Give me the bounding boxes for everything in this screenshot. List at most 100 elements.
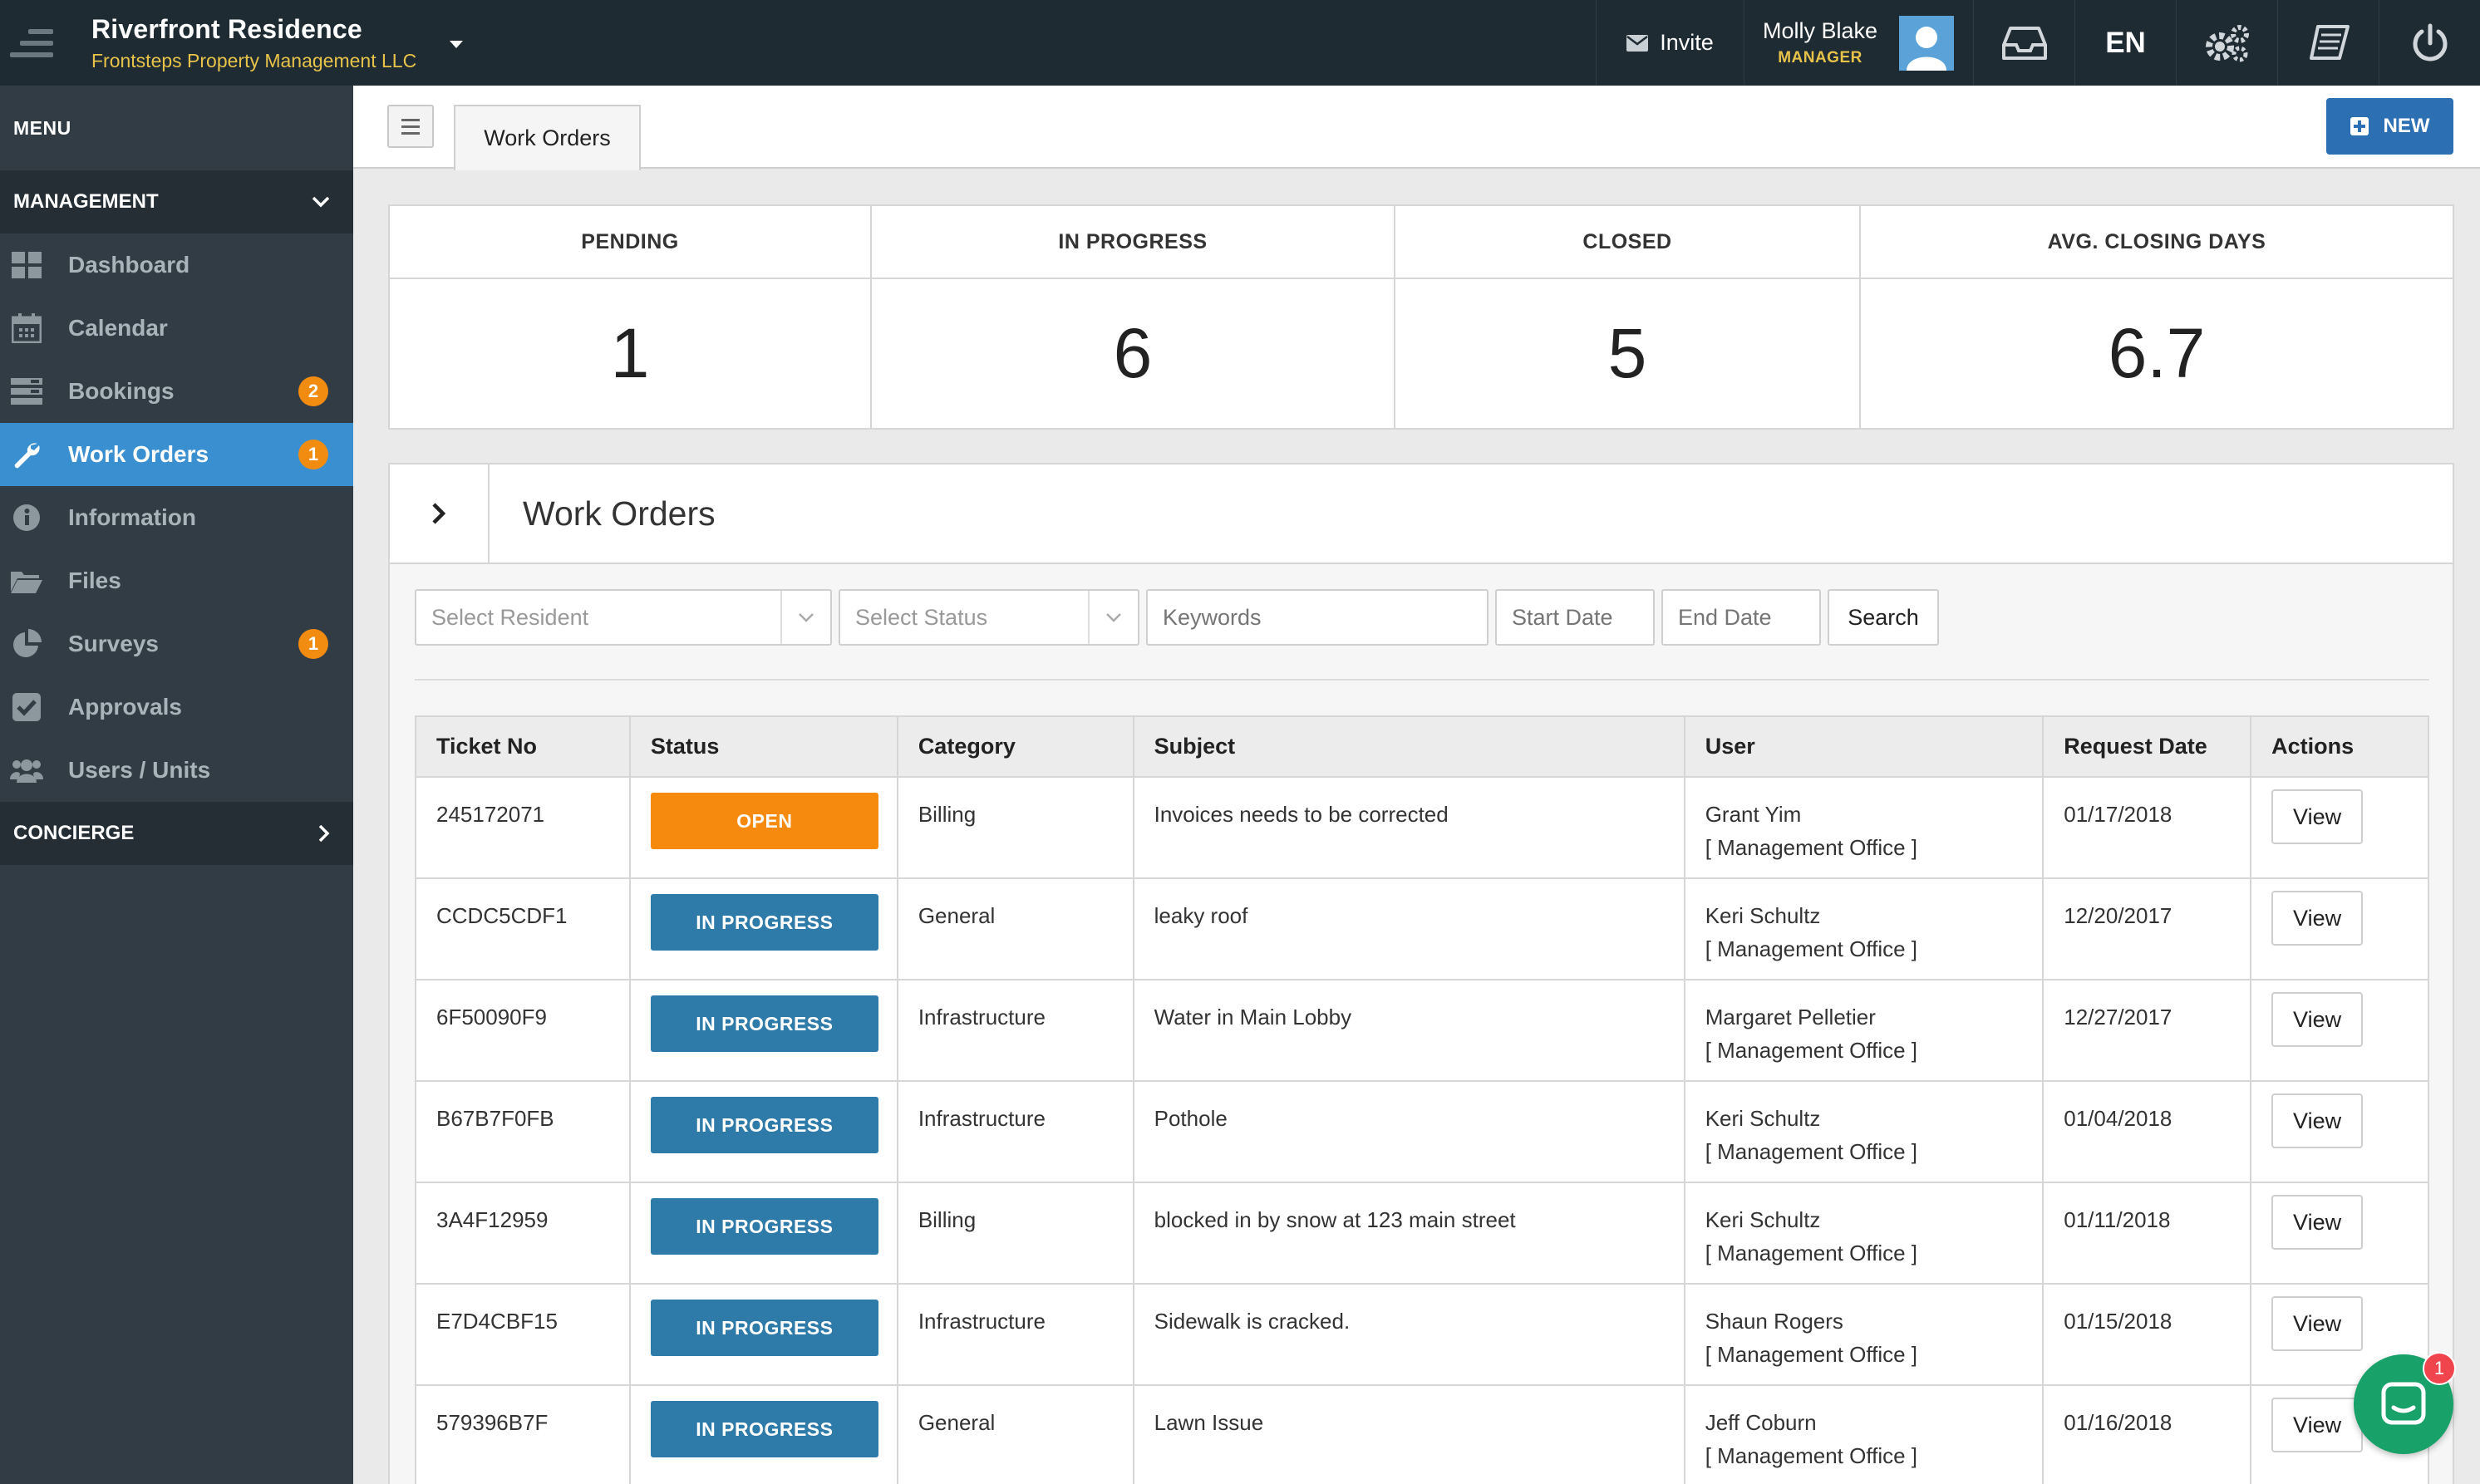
app-logo-icon[interactable] (0, 0, 91, 86)
category: General (896, 1384, 1134, 1484)
status-badge: OPEN (650, 793, 878, 849)
stat-avg-closing-days: AVG. CLOSING DAYS 6.7 (1861, 206, 2453, 428)
table-row[interactable]: E7D4CBF15 IN PROGRESS Infrastructure Sid… (415, 1283, 2429, 1386)
end-date-input[interactable] (1661, 589, 1821, 646)
stat-avg-value: 6.7 (2108, 314, 2206, 392)
sidebar-item-bookings[interactable]: Bookings 2 (0, 360, 353, 423)
table-header-row: Ticket No Status Category Subject User R… (415, 715, 2429, 778)
status-badge: IN PROGRESS (650, 1198, 878, 1255)
sidebar-item-files[interactable]: Files (0, 549, 353, 612)
pie-chart-icon (10, 627, 43, 661)
user-office: [ Management Office ] (1705, 1443, 1918, 1468)
user-cell: Jeff Coburn [ Management Office ] (1683, 1384, 2045, 1484)
invite-button[interactable]: Invite (1596, 0, 1744, 86)
user-office: [ Management Office ] (1705, 936, 1918, 961)
logout-button[interactable] (2379, 0, 2480, 86)
column-header[interactable]: User (1683, 715, 2045, 778)
table-row[interactable]: 3A4F12959 IN PROGRESS Billing blocked in… (415, 1182, 2429, 1285)
column-header[interactable]: Ticket No (415, 715, 631, 778)
panel-toggle-button[interactable] (390, 464, 490, 563)
sidebar-item-work-orders[interactable]: Work Orders 1 (0, 423, 353, 486)
category: Infrastructure (896, 1080, 1134, 1183)
view-button[interactable]: View (2271, 1093, 2364, 1148)
start-date-input[interactable] (1495, 589, 1655, 646)
language-label: EN (2105, 26, 2146, 59)
section-management[interactable]: MANAGEMENT (0, 170, 353, 233)
guide-button[interactable] (2277, 0, 2379, 86)
chevron-down-icon (780, 591, 830, 644)
request-date: 01/11/2018 (2042, 1182, 2252, 1285)
property-switcher[interactable]: Riverfront Residence Frontsteps Property… (91, 14, 416, 72)
status-badge: IN PROGRESS (650, 1097, 878, 1153)
sidebar-item-users-units[interactable]: Users / Units (0, 739, 353, 802)
view-button[interactable]: View (2271, 1195, 2364, 1250)
sidebar-item-surveys[interactable]: Surveys 1 (0, 612, 353, 676)
resident-select[interactable]: Select Resident (415, 589, 832, 646)
user-office: [ Management Office ] (1705, 1241, 1918, 1265)
ticket-no: CCDC5CDF1 (415, 877, 631, 980)
inbox-icon (2001, 26, 2047, 60)
status-cell: OPEN (628, 776, 898, 879)
view-button[interactable]: View (2271, 992, 2364, 1047)
user-menu[interactable]: Molly Blake MANAGER (1744, 0, 1973, 86)
column-header[interactable]: Status (628, 715, 898, 778)
settings-button[interactable] (2176, 0, 2277, 86)
chat-notification-badge: 1 (2423, 1352, 2456, 1385)
sidebar-item-calendar[interactable]: Calendar (0, 297, 353, 360)
column-header[interactable]: Category (896, 715, 1134, 778)
category: Billing (896, 776, 1134, 879)
avatar[interactable] (1899, 15, 1955, 71)
work-orders-badge: 1 (298, 440, 328, 469)
stat-in-progress-value: 6 (1113, 314, 1153, 392)
table-row[interactable]: B67B7F0FB IN PROGRESS Infrastructure Pot… (415, 1080, 2429, 1183)
view-button[interactable]: View (2271, 1296, 2364, 1351)
table-row[interactable]: 579396B7F IN PROGRESS General Lawn Issue… (415, 1384, 2429, 1484)
ticket-no: B67B7F0FB (415, 1080, 631, 1183)
sidebar-item-approvals[interactable]: Approvals (0, 676, 353, 739)
request-date: 01/16/2018 (2042, 1384, 2252, 1484)
sidebar-item-label: Calendar (68, 315, 168, 341)
column-header[interactable]: Request Date (2042, 715, 2252, 778)
ticket-no: E7D4CBF15 (415, 1283, 631, 1386)
bookings-icon (10, 375, 43, 408)
hamburger-menu-icon[interactable] (387, 105, 434, 148)
subject: Invoices needs to be corrected (1132, 776, 1685, 879)
stat-closed: CLOSED 5 (1395, 206, 1861, 428)
new-work-order-button[interactable]: NEW (2326, 98, 2453, 155)
status-select[interactable]: Select Status (839, 589, 1139, 646)
inbox-button[interactable] (1973, 0, 2074, 86)
stat-avg-label: AVG. CLOSING DAYS (1861, 206, 2453, 279)
table-row[interactable]: 6F50090F9 IN PROGRESS Infrastructure Wat… (415, 979, 2429, 1082)
column-header: Actions (2250, 715, 2429, 778)
table-row[interactable]: CCDC5CDF1 IN PROGRESS General leaky roof… (415, 877, 2429, 980)
user-cell: Shaun Rogers [ Management Office ] (1683, 1283, 2045, 1386)
tab-work-orders[interactable]: Work Orders (454, 105, 641, 170)
section-concierge[interactable]: CONCIERGE (0, 802, 353, 865)
language-selector[interactable]: EN (2074, 0, 2176, 86)
user-office: [ Management Office ] (1705, 1139, 1918, 1164)
stat-pending-value: 1 (610, 314, 650, 392)
user-name: Keri Schultz (1705, 1207, 1821, 1232)
sidebar-item-information[interactable]: Information (0, 486, 353, 549)
column-header[interactable]: Subject (1132, 715, 1685, 778)
sidebar-item-label: Users / Units (68, 757, 211, 783)
status-cell: IN PROGRESS (628, 1080, 898, 1183)
sidebar-item-label: Dashboard (68, 252, 190, 278)
keywords-input[interactable] (1146, 589, 1488, 646)
subject: Sidewalk is cracked. (1132, 1283, 1685, 1386)
info-icon (10, 501, 43, 534)
panel-title: Work Orders (523, 494, 716, 533)
view-button[interactable]: View (2271, 891, 2364, 946)
request-date: 12/27/2017 (2042, 979, 2252, 1082)
view-button[interactable]: View (2271, 1398, 2364, 1452)
table-row[interactable]: 245172071 OPEN Billing Invoices needs to… (415, 776, 2429, 879)
envelope-icon (1626, 34, 1649, 52)
ticket-no: 3A4F12959 (415, 1182, 631, 1285)
user-office: [ Management Office ] (1705, 1038, 1918, 1063)
search-button[interactable]: Search (1828, 589, 1939, 646)
ticket-no: 6F50090F9 (415, 979, 631, 1082)
caret-down-icon[interactable] (450, 41, 464, 48)
sidebar-item-label: Files (68, 568, 121, 593)
view-button[interactable]: View (2271, 789, 2364, 844)
sidebar-item-dashboard[interactable]: Dashboard (0, 233, 353, 297)
